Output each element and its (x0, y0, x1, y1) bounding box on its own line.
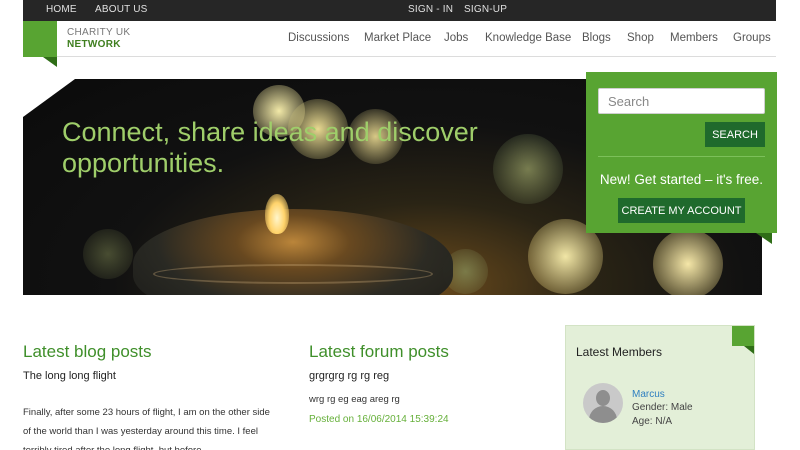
forum-heading: Latest forum posts (309, 342, 449, 361)
nav-item-blogs[interactable]: Blogs (582, 32, 611, 44)
member-age: Age: N/A (632, 416, 673, 427)
logo-mark[interactable] (23, 21, 57, 57)
forum-post-body: wrg rg eg eag areg rg (309, 394, 400, 405)
top-bar: HOME ABOUT US SIGN - IN SIGN-UP (23, 0, 776, 21)
hero-corner (23, 79, 75, 117)
home-link[interactable]: HOME (46, 4, 77, 15)
bokeh-light (653, 229, 723, 295)
search-panel: SEARCH New! Get started – it's free. CRE… (586, 72, 777, 233)
bokeh-light (83, 229, 133, 279)
divider (598, 156, 765, 157)
members-heading: Latest Members (576, 345, 663, 359)
forum-post-date: Posted on 16/06/2014 15:39:24 (309, 414, 449, 425)
nav-item-discussions[interactable]: Discussions (288, 32, 349, 44)
logo-flag (43, 57, 57, 67)
nav-item-knowledge-base[interactable]: Knowledge Base (485, 32, 571, 44)
hero-headline: Connect, share ideas and discover opport… (62, 117, 482, 179)
members-flag (732, 326, 754, 346)
member-name-link[interactable]: Marcus (632, 389, 665, 400)
candle-rim (153, 264, 433, 284)
avatar[interactable] (583, 383, 623, 423)
get-started-text: New! Get started – it's free. (599, 172, 764, 187)
member-gender: Gender: Male (632, 402, 693, 413)
members-flag-tail (744, 346, 754, 354)
signup-link[interactable]: SIGN-UP (464, 4, 507, 15)
blog-post-title[interactable]: The long long flight (23, 370, 116, 382)
hero-headline-line1: Connect, share ideas and discover (62, 117, 478, 147)
main-nav: CHARITY UK NETWORK Discussions Market Pl… (23, 21, 776, 57)
user-icon (596, 390, 610, 406)
logo-text-network[interactable]: NETWORK (67, 39, 121, 50)
hero-headline-line2: opportunities. (62, 148, 225, 178)
nav-item-shop[interactable]: Shop (627, 32, 654, 44)
logo-text[interactable]: CHARITY UK (67, 27, 130, 38)
nav-item-groups[interactable]: Groups (733, 32, 771, 44)
nav-item-jobs[interactable]: Jobs (444, 32, 468, 44)
search-input[interactable] (598, 88, 765, 114)
search-panel-flag (756, 233, 772, 244)
nav-item-market-place[interactable]: Market Place (364, 32, 431, 44)
about-link[interactable]: ABOUT US (95, 4, 148, 15)
forum-post-title[interactable]: grgrgrg rg rg reg (309, 370, 389, 382)
signin-link[interactable]: SIGN - IN (408, 4, 453, 15)
create-account-button[interactable]: CREATE MY ACCOUNT (618, 198, 745, 223)
blog-excerpt: Finally, after some 23 hours of flight, … (23, 407, 270, 450)
search-button[interactable]: SEARCH (705, 122, 765, 147)
user-icon-body (589, 406, 617, 423)
blog-heading: Latest blog posts (23, 342, 152, 361)
nav-item-members[interactable]: Members (670, 32, 718, 44)
candle-flame (265, 194, 289, 234)
bokeh-light (493, 134, 563, 204)
